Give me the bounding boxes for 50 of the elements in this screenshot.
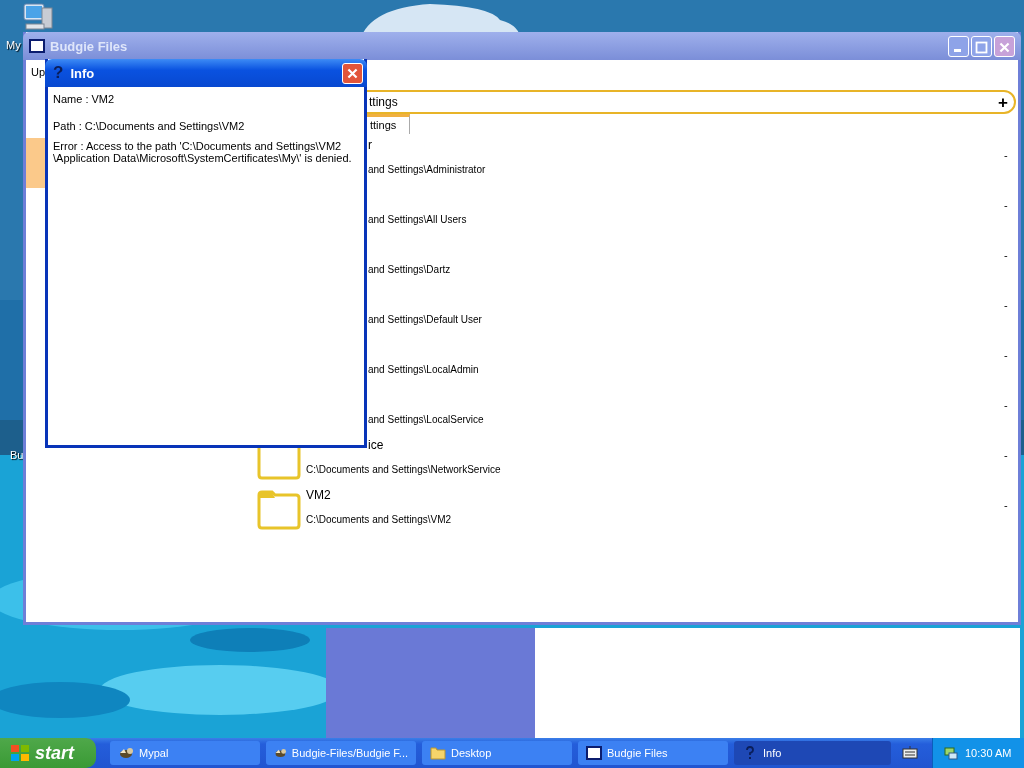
folder-icon xyxy=(430,745,446,761)
minimize-icon xyxy=(954,48,961,52)
taskbar-button[interactable]: Mypal xyxy=(110,741,260,765)
keyboard-icon[interactable] xyxy=(902,746,918,760)
folder-icon xyxy=(257,490,301,530)
minimize-button[interactable] xyxy=(948,35,969,57)
folder-size: - xyxy=(1004,348,1009,363)
folder-size: - xyxy=(1004,198,1009,213)
folder-path: and Settings\Dartz xyxy=(368,264,451,275)
folder-name: VM2 xyxy=(306,488,331,502)
error-text: \Application Data\Microsoft\SystemCertificates\My\' is denied. xyxy=(53,152,352,164)
close-button[interactable] xyxy=(994,35,1015,57)
path-text: Path : C:\Documents and Settings\VM2 xyxy=(53,120,245,132)
dialog-title: Info xyxy=(70,65,95,81)
up-button[interactable]: Up xyxy=(31,66,46,78)
window-title: Budgie Files xyxy=(50,38,128,54)
taskbar-button[interactable]: Budgie Files xyxy=(578,741,728,765)
help-icon: ? xyxy=(53,63,64,83)
error-text: Error : Access to the path 'C:\Documents and Settings\VM2 xyxy=(53,140,342,152)
folder-path: and Settings\Default User xyxy=(368,314,482,325)
computer-icon[interactable] xyxy=(22,2,56,32)
folder-name: r xyxy=(368,138,372,152)
network-icon[interactable] xyxy=(943,745,959,761)
folder-size: - xyxy=(1004,148,1009,163)
desktop-icon-label[interactable]: Bu xyxy=(10,449,24,461)
window-icon xyxy=(29,39,45,53)
folder-path: C:\Documents and Settings\VM2 xyxy=(306,514,452,525)
folder-name: ice xyxy=(368,438,384,452)
folder-path: and Settings\Administrator xyxy=(368,164,486,175)
taskbar-button[interactable]: Info xyxy=(734,741,891,765)
close-button[interactable] xyxy=(342,62,363,84)
bird-icon xyxy=(118,745,134,761)
add-button[interactable]: + xyxy=(998,93,1008,111)
windows-flag-icon xyxy=(10,743,30,763)
desktop-icon-label[interactable]: My xyxy=(6,39,21,51)
folder-path: and Settings\All Users xyxy=(368,214,467,225)
taskbar-button[interactable]: Desktop xyxy=(422,741,572,765)
folder-size: - xyxy=(1004,448,1009,463)
folder-path: and Settings\LocalAdmin xyxy=(368,364,479,375)
clock: 10:30 AM xyxy=(965,747,1012,759)
folder-size: - xyxy=(1004,398,1009,413)
folder-path: and Settings\LocalService xyxy=(368,414,484,425)
folder-size: - xyxy=(1004,298,1009,313)
taskbar-button[interactable]: Budgie-Files/Budgie F... xyxy=(266,741,416,765)
maximize-button[interactable] xyxy=(971,35,992,57)
folder-size: - xyxy=(1004,498,1009,513)
folder-size: - xyxy=(1004,248,1009,263)
name-text: Name : VM2 xyxy=(53,93,115,105)
folder-path: C:\Documents and Settings\NetworkService xyxy=(306,464,501,475)
window-icon xyxy=(586,745,602,761)
